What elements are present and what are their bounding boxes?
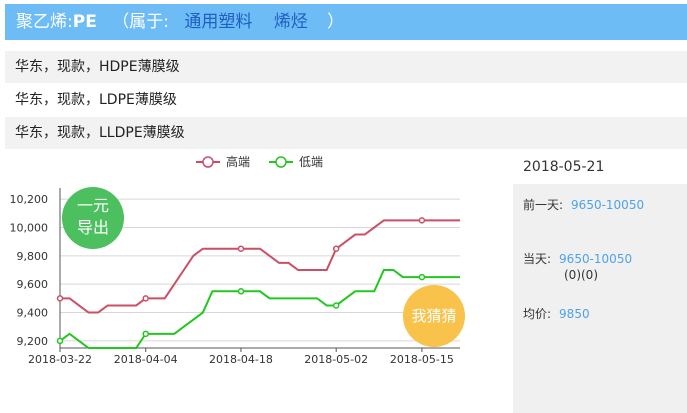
price-chart: 9,200 9,400 9,600 9,800 10,000 10,200 2018-03-… xyxy=(0,152,470,372)
x-tick-label: 2018-04-04 xyxy=(114,353,178,366)
avg-row: 均价: 9850 xyxy=(523,305,590,322)
category-link-general-plastics[interactable]: 通用塑料 xyxy=(184,12,252,32)
data-point xyxy=(332,302,340,309)
x-tick-label: 2018-05-02 xyxy=(304,353,368,366)
data-point xyxy=(237,245,245,252)
legend-label: 高端 xyxy=(226,154,250,169)
spec-row-hdpe[interactable]: 华东，现款，HDPE薄膜级 xyxy=(5,51,687,83)
price-summary: 2018-05-21 前一天: 9650-10050 当天: 9650-10050 … xyxy=(513,152,687,413)
data-point xyxy=(142,330,149,338)
y-tick-label: 9,800 xyxy=(17,250,49,263)
y-tick-label: 10,200 xyxy=(10,193,49,206)
spec-row-lldpe[interactable]: 华东，现款，LLDPE薄膜级 xyxy=(5,117,687,149)
category-link-olefins[interactable]: 烯烃 xyxy=(274,12,308,32)
data-point xyxy=(332,245,340,252)
summary-panel: 前一天: 9650-10050 当天: 9650-10050 (0)(0) 均价: 9… xyxy=(513,184,687,413)
data-point xyxy=(237,288,245,295)
category-suffix: ） xyxy=(327,12,345,32)
data-point xyxy=(418,217,426,224)
data-point xyxy=(56,295,64,302)
series-line-1 xyxy=(59,269,460,349)
data-point xyxy=(418,273,426,281)
product-name: 聚乙烯: xyxy=(16,12,73,32)
data-point xyxy=(56,337,64,345)
x-tick-label: 2018-03-22 xyxy=(28,353,92,366)
legend-swatch-marker xyxy=(202,156,214,168)
avg-label: 均价: xyxy=(523,307,552,321)
today-row: 当天: 9650-10050 xyxy=(523,250,632,267)
y-tick-label: 9,400 xyxy=(17,307,49,320)
spec-row-ldpe[interactable]: 华东，现款，LDPE薄膜级 xyxy=(5,84,687,116)
data-point xyxy=(142,295,149,302)
x-tick-label: 2018-04-18 xyxy=(209,353,273,366)
export-button-line1: 一元 xyxy=(76,196,109,215)
summary-date: 2018-05-21 xyxy=(513,152,687,182)
y-tick-label: 9,600 xyxy=(17,278,49,291)
export-button[interactable]: 一元 导出 xyxy=(62,187,124,249)
legend-label: 低端 xyxy=(299,155,323,169)
prev-day-row: 前一天: 9650-10050 xyxy=(523,196,644,213)
y-tick-label: 9,200 xyxy=(17,335,49,348)
prev-day-label: 前一天: xyxy=(523,198,564,212)
today-change: (0)(0) xyxy=(564,268,598,282)
category-prefix: （属于: xyxy=(112,12,169,32)
export-button-line2: 导出 xyxy=(76,218,109,237)
x-tick-label: 2018-05-15 xyxy=(390,353,454,366)
prev-day-value: 9650-10050 xyxy=(571,198,645,212)
product-header: 聚乙烯:PE （属于: 通用塑料 烯烃 ） xyxy=(5,4,687,40)
price-chart-svg: 9,200 9,400 9,600 9,800 10,000 10,200 2018-03-… xyxy=(10,154,460,366)
legend-swatch-marker xyxy=(275,156,287,168)
product-code: PE xyxy=(72,12,97,32)
y-tick-label: 10,000 xyxy=(10,221,49,234)
avg-value: 9850 xyxy=(559,307,590,321)
today-label: 当天: xyxy=(523,252,552,266)
guess-button[interactable]: 我猜猜 xyxy=(403,285,465,347)
today-value: 9650-10050 xyxy=(559,252,633,266)
